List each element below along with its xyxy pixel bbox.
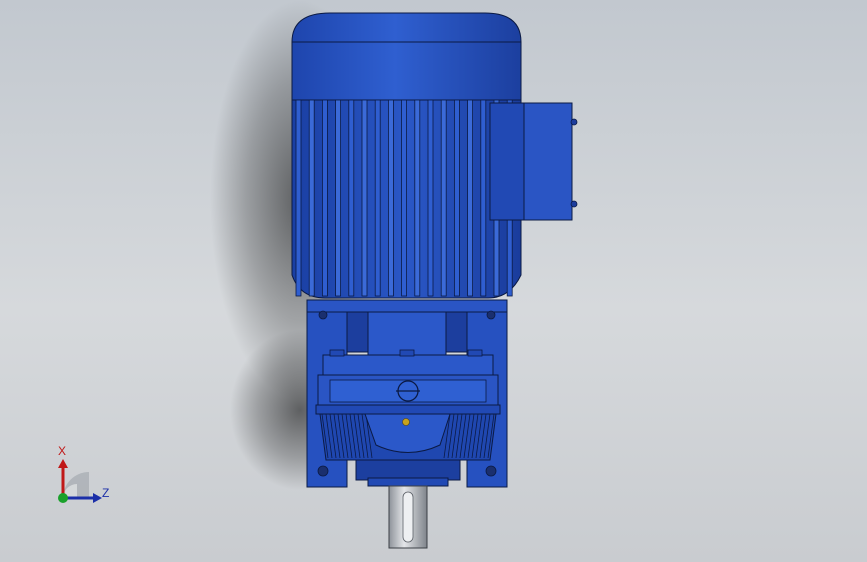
- cooling-fin: [335, 99, 342, 297]
- output-shaft[interactable]: [388, 485, 428, 549]
- bolt-icon: [318, 310, 328, 320]
- cooling-fin: [440, 99, 447, 297]
- cooling-fin: [361, 99, 368, 297]
- cad-viewport[interactable]: X Z: [0, 0, 867, 562]
- coordinate-triad[interactable]: X Z: [58, 444, 109, 503]
- cooling-fin: [401, 99, 408, 297]
- z-axis-label: Z: [102, 486, 109, 500]
- cooling-fin: [414, 99, 421, 297]
- cooling-fin: [374, 99, 381, 297]
- x-axis-label: X: [58, 444, 66, 458]
- cooling-fin: [295, 99, 302, 297]
- cooling-fin: [453, 99, 460, 297]
- cooling-fin: [467, 99, 474, 297]
- cooling-fin: [308, 99, 315, 297]
- motor-end-cap[interactable]: [291, 12, 522, 101]
- oil-plug-icon: [402, 418, 410, 426]
- cooling-fin: [387, 99, 394, 297]
- cooling-fin: [427, 99, 434, 297]
- cooling-fin: [480, 99, 487, 297]
- shaft-keyway: [402, 491, 414, 543]
- z-axis-arrowhead: [93, 493, 102, 503]
- bolt-icon: [317, 465, 329, 477]
- y-axis-dot: [58, 493, 68, 503]
- bolt-icon: [485, 465, 497, 477]
- terminal-box[interactable]: [489, 102, 578, 221]
- cooling-fin: [348, 99, 355, 297]
- cooling-fin: [321, 99, 328, 297]
- x-axis-arrowhead: [58, 459, 68, 468]
- bolt-icon: [486, 310, 496, 320]
- motor-model[interactable]: X Z: [0, 0, 867, 562]
